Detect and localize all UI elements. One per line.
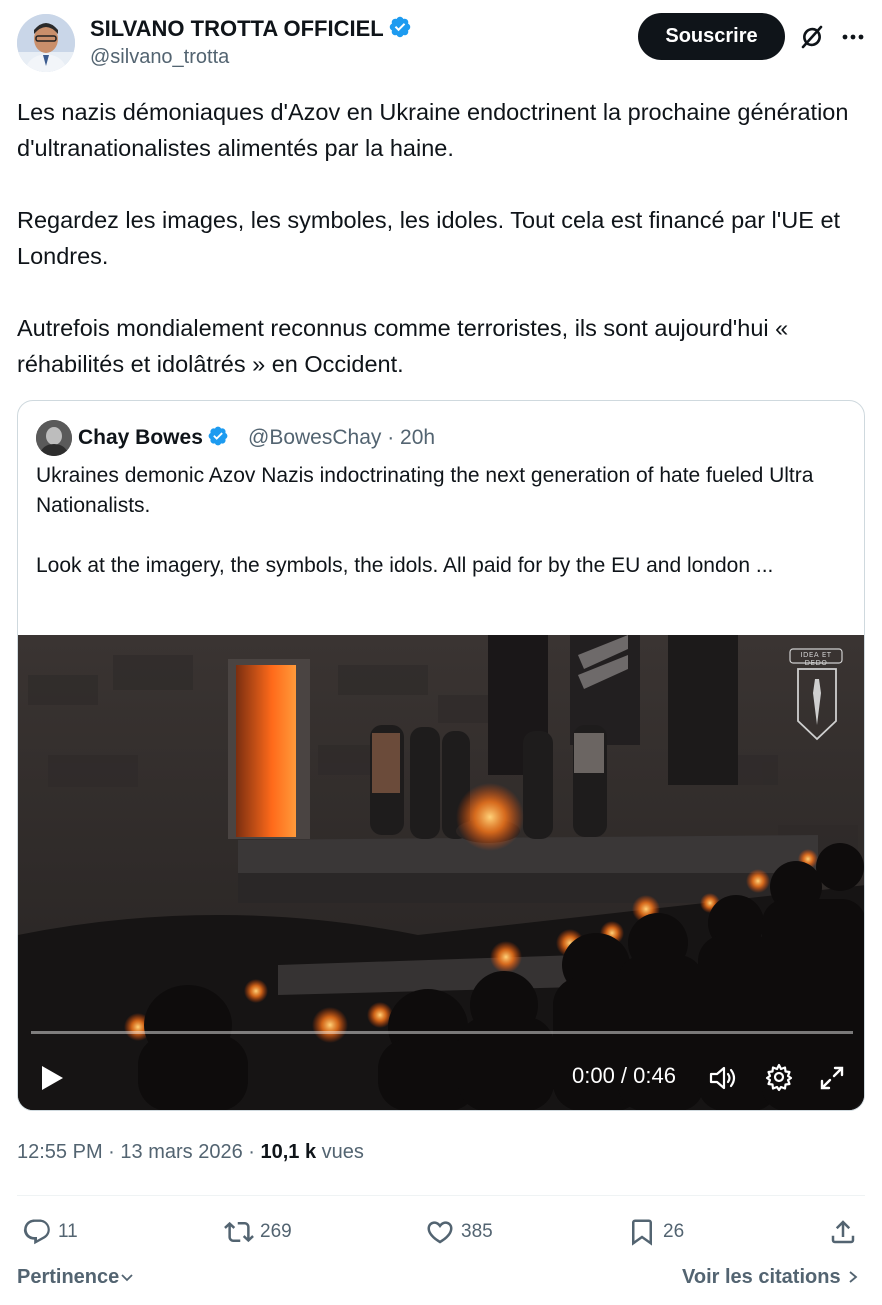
bookmark-button[interactable]: 26 <box>627 1214 684 1250</box>
reply-button[interactable]: 11 <box>22 1214 78 1250</box>
fullscreen-icon[interactable] <box>818 1064 846 1092</box>
quoted-author-avatar[interactable] <box>36 420 72 456</box>
quoted-time[interactable]: 20h <box>400 426 435 449</box>
chevron-right-icon <box>849 1271 858 1283</box>
quoted-author-name-text[interactable]: Chay Bowes <box>78 426 203 449</box>
reply-count: 11 <box>58 1221 78 1242</box>
author-handle[interactable]: @silvano_trotta <box>90 46 229 69</box>
quoted-paragraph: Look at the imagery, the symbols, the id… <box>36 554 774 577</box>
sort-dropdown[interactable]: Pertinence <box>17 1266 135 1289</box>
view-quotes-link[interactable]: Voir les citations <box>682 1266 860 1289</box>
watermark-text: IDEA ET DEDO <box>800 651 832 667</box>
author-name[interactable]: SILVANO TROTTA OFFICIEL <box>90 15 412 45</box>
post-date[interactable]: 13 mars 2026 <box>120 1141 242 1163</box>
video-player[interactable]: IDEA ET DEDO 0:00 / 0:46 <box>18 635 864 1110</box>
reply-icon <box>23 1219 50 1245</box>
like-button[interactable]: 385 <box>425 1214 493 1250</box>
heart-icon <box>427 1221 453 1244</box>
views-label: vues <box>321 1141 364 1163</box>
video-time: 0:00 / 0:46 <box>572 1063 676 1088</box>
grok-icon[interactable] <box>797 22 827 52</box>
tweet-text: Les nazis démoniaques d'Azov en Ukraine … <box>17 94 867 382</box>
tweet-paragraph: Autrefois mondialement reconnus comme te… <box>17 315 789 377</box>
volume-icon[interactable] <box>708 1063 740 1093</box>
post-metadata: 12:55 PM · 13 mars 2026 · 10,1 k vues <box>17 1141 364 1164</box>
share-icon <box>831 1220 855 1244</box>
quoted-text: Ukraines demonic Azov Nazis indoctrinati… <box>36 461 856 581</box>
quoted-paragraph: Ukraines demonic Azov Nazis indoctrinati… <box>36 464 814 517</box>
meta-separator: · <box>381 426 401 449</box>
views-count: 10,1 k <box>260 1141 317 1163</box>
verified-badge-icon <box>207 425 229 453</box>
meta-separator: · <box>242 1141 261 1163</box>
author-name-text[interactable]: SILVANO TROTTA OFFICIEL <box>90 16 384 41</box>
bookmark-icon <box>632 1219 652 1246</box>
repost-icon <box>224 1221 254 1243</box>
share-button[interactable] <box>828 1214 864 1250</box>
like-count: 385 <box>461 1221 493 1242</box>
video-frame <box>18 635 864 1110</box>
settings-gear-icon[interactable] <box>764 1062 794 1092</box>
divider <box>17 1195 865 1196</box>
author-avatar[interactable] <box>17 14 75 72</box>
more-options-icon[interactable] <box>838 22 868 52</box>
verified-badge-icon <box>388 15 412 45</box>
tweet-paragraph: Les nazis démoniaques d'Azov en Ukraine … <box>17 99 849 161</box>
quoted-author-name[interactable]: Chay Bowes <box>78 425 229 453</box>
subscribe-button[interactable]: Souscrire <box>638 13 785 60</box>
bookmark-count: 26 <box>663 1221 685 1242</box>
chevron-down-icon <box>121 1274 133 1282</box>
repost-count: 269 <box>260 1221 292 1242</box>
post-time[interactable]: 12:55 PM <box>17 1141 103 1163</box>
meta-separator: · <box>102 1141 121 1163</box>
quoted-meta: @BowesChay · 20h <box>248 426 435 450</box>
video-progress-bar[interactable] <box>31 1031 853 1034</box>
quoted-tweet[interactable]: Chay Bowes @BowesChay · 20h Ukraines dem… <box>17 400 865 1111</box>
sort-label: Pertinence <box>17 1266 120 1288</box>
view-quotes-label: Voir les citations <box>682 1266 841 1288</box>
repost-button[interactable]: 269 <box>224 1214 292 1250</box>
play-icon[interactable] <box>36 1063 66 1093</box>
tweet-paragraph: Regardez les images, les symboles, les i… <box>17 207 841 269</box>
quoted-author-handle[interactable]: @BowesChay <box>248 426 381 449</box>
